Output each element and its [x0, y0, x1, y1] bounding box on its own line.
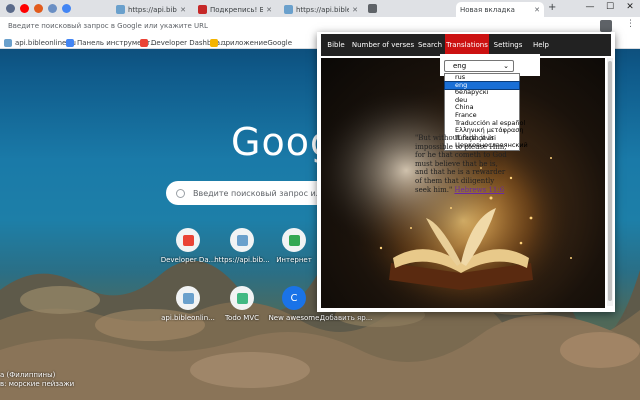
extension-icon[interactable]: [600, 20, 612, 32]
new-tab-button[interactable]: +: [548, 2, 556, 13]
extension-popup: Bible Number of verses Search Translatio…: [317, 32, 615, 312]
tab-favicon: [116, 5, 125, 14]
tab-title: Новая вкладка: [460, 5, 515, 14]
tab-favicon-2[interactable]: [34, 4, 43, 13]
popup-nav: Bible Number of verses Search Translatio…: [321, 34, 611, 56]
menu-icon[interactable]: ⋮: [626, 19, 635, 29]
bookmark-item[interactable]: приложениеGoogle: [210, 37, 292, 48]
search-input[interactable]: Введите поисковый запрос или URL: [166, 181, 344, 205]
tab-settings[interactable]: Settings: [489, 34, 527, 56]
tab-favicon-8[interactable]: [368, 4, 377, 13]
tab-search[interactable]: Search: [415, 34, 445, 56]
window-controls: — ☐ ✕: [580, 0, 640, 17]
shortcut-label: Todo MVC: [224, 314, 260, 322]
close-icon[interactable]: ✕: [352, 6, 358, 14]
chevron-down-icon: ⌄: [503, 62, 509, 70]
tab-favicon-0[interactable]: [6, 4, 15, 13]
close-icon[interactable]: ✕: [266, 6, 272, 14]
tab-favicon-3[interactable]: [48, 4, 57, 13]
tab-bible[interactable]: Bible: [321, 34, 351, 56]
shortcut-icon: [176, 228, 200, 252]
search-icon: [176, 188, 185, 198]
tab-number-of-verses[interactable]: Number of verses: [351, 34, 415, 56]
tab-title: https://api.bibleonline.ru: [296, 5, 350, 14]
bookmark-favicon: [140, 38, 148, 47]
photo-credit[interactable]: a (Филиппины) в: морские пейзажи: [0, 371, 74, 389]
tab-title: Подкрепись! Библейские...: [210, 5, 264, 14]
tab-translations[interactable]: Translations: [445, 34, 489, 56]
omnibox-placeholder: Введите поисковый запрос в Google или ук…: [8, 22, 208, 30]
close-icon[interactable]: ✕: [534, 6, 540, 14]
tab-help[interactable]: Help: [527, 34, 555, 56]
tab-favicon: [198, 5, 207, 14]
shortcut-icon: [282, 228, 306, 252]
bookmark-label: приложениеGoogle: [221, 38, 293, 47]
letter-c-icon: C: [282, 286, 306, 310]
maximize-button[interactable]: ☐: [600, 0, 620, 17]
translation-select[interactable]: eng ⌄: [444, 60, 514, 72]
shortcut-tile[interactable]: Todo MVC: [212, 286, 272, 328]
shortcut-label: Интернет: [276, 256, 312, 264]
popup-scrollbar[interactable]: [607, 58, 613, 306]
folder-icon: [210, 38, 218, 47]
bookmark-favicon: [4, 38, 12, 47]
minimize-button[interactable]: —: [580, 0, 600, 17]
shortcut-label: New awesome: [268, 314, 320, 322]
address-bar[interactable]: Введите поисковый запрос в Google или ук…: [2, 18, 314, 34]
tab-title: https://api.bibleonline.ru: [128, 5, 177, 14]
tab-favicon-1[interactable]: [20, 4, 29, 13]
shortcut-icon: [176, 286, 200, 310]
tab-podkrepis[interactable]: Подкрепись! Библейские... ✕: [194, 2, 276, 17]
bookmark-favicon: [66, 38, 74, 47]
tab-favicon-4[interactable]: [62, 4, 71, 13]
verse-reference-link[interactable]: Hebrews 11:6: [454, 186, 504, 194]
shortcut-icon: [230, 228, 254, 252]
tab-api-bibleonline-1[interactable]: https://api.bibleonline.ru ✕: [112, 2, 190, 17]
shortcut-tile[interactable]: Developer Da...: [158, 228, 218, 270]
shortcut-label: Добавить яр...: [319, 314, 373, 322]
close-window-button[interactable]: ✕: [620, 0, 640, 17]
tab-api-bibleonline-2[interactable]: https://api.bibleonline.ru ✕: [280, 2, 362, 17]
verse-block: "But without faith it is impossible to p…: [415, 134, 510, 194]
select-value: eng: [453, 62, 467, 70]
photo-collection: в: морские пейзажи: [0, 380, 75, 388]
shortcut-tile[interactable]: api.bibleonlin...: [158, 286, 218, 328]
scrollbar-thumb[interactable]: [608, 61, 612, 301]
tab-favicon: [284, 5, 293, 14]
close-icon[interactable]: ✕: [180, 6, 186, 14]
shortcut-label: https://api.bib...: [214, 256, 270, 264]
shortcut-label: api.bibleonlin...: [161, 314, 215, 322]
tab-new-tab[interactable]: Новая вкладка ✕: [456, 2, 544, 17]
photo-location: a (Филиппины): [0, 371, 56, 379]
shortcut-tile[interactable]: C New awesome: [264, 286, 324, 328]
tile-letter: C: [290, 292, 298, 304]
shortcut-label: Developer Da...: [160, 256, 216, 264]
vue-logo-icon: [230, 286, 254, 310]
tab-strip: https://api.bibleonline.ru ✕ Подкрепись!…: [0, 0, 640, 17]
shortcut-tile[interactable]: Интернет: [264, 228, 324, 270]
shortcut-tile[interactable]: https://api.bib...: [212, 228, 272, 270]
